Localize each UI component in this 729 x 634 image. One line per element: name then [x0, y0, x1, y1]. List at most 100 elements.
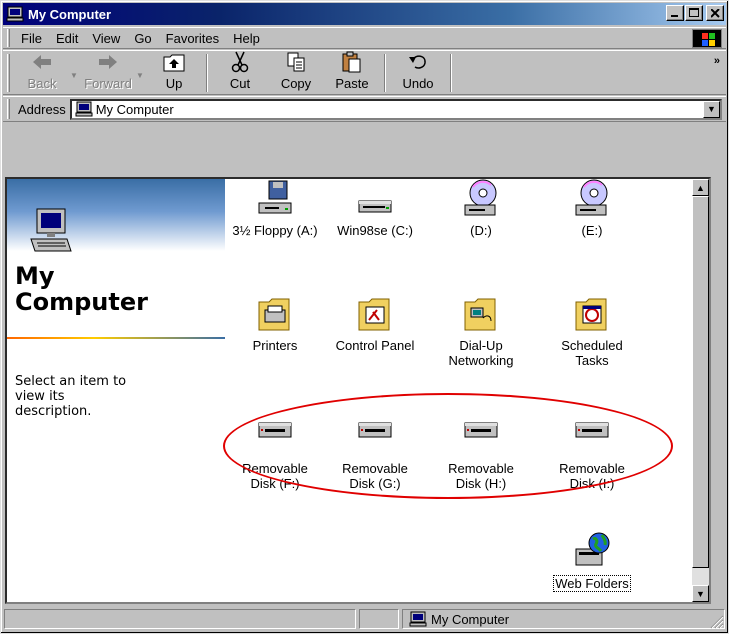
status-location: My Computer: [431, 611, 510, 627]
floppy-drive-icon: [258, 180, 292, 214]
toolbar-separator: [384, 53, 386, 92]
minimize-icon: [671, 15, 678, 17]
info-title-line1: My: [15, 262, 55, 290]
address-field[interactable]: My Computer ▼: [69, 98, 722, 120]
item-removable-disk-h[interactable]: Removable Disk (H:): [431, 417, 531, 491]
scroll-thumb[interactable]: [692, 196, 709, 568]
info-pane-title: My Computer: [15, 263, 148, 315]
info-desc-line3: description.: [15, 404, 92, 419]
undo-button[interactable]: Undo: [390, 51, 446, 94]
status-pane-zone: My Computer: [402, 609, 725, 629]
control-panel-folder-icon: [358, 298, 390, 331]
scroll-up-button[interactable]: ▲: [692, 179, 709, 196]
item-drive-c[interactable]: Win98se (C:): [325, 179, 425, 238]
item-label-line2: Disk (I:): [569, 476, 615, 491]
minimize-button[interactable]: [666, 5, 684, 21]
forward-arrow-icon: [99, 55, 117, 69]
removable-disk-icon: [358, 422, 392, 438]
item-removable-disk-i[interactable]: Removable Disk (I:): [542, 417, 642, 491]
item-label-line1: Win98se (C:): [337, 223, 413, 238]
resize-grip-icon[interactable]: [710, 615, 724, 629]
item-drive-d[interactable]: (D:): [431, 179, 531, 238]
item-label-line1: Removable: [242, 461, 308, 476]
undo-icon: [409, 55, 426, 69]
menu-help[interactable]: Help: [226, 31, 267, 46]
back-dropdown-icon[interactable]: ▼: [70, 71, 80, 80]
copy-label: Copy: [280, 76, 312, 91]
title-bar[interactable]: My Computer: [3, 3, 726, 25]
chevron-up-icon: ▲: [696, 182, 705, 193]
content-area: My Computer Select an item to view its d…: [5, 177, 711, 604]
web-folders-icon: [575, 532, 610, 566]
menu-bar: File Edit View Go Favorites Help: [3, 27, 726, 49]
item-scheduled-tasks[interactable]: Scheduled Tasks: [542, 294, 642, 368]
chevron-down-icon: ▼: [707, 104, 716, 114]
cut-label: Cut: [229, 76, 251, 91]
scheduled-tasks-folder-icon: [575, 298, 607, 331]
toolbar-more-chevron[interactable]: »: [714, 55, 720, 67]
vertical-scrollbar[interactable]: ▲ ▼: [692, 179, 709, 602]
close-icon: [711, 9, 720, 18]
chevron-down-icon: ▼: [696, 588, 705, 599]
hard-drive-icon: [358, 200, 392, 213]
menu-edit[interactable]: Edit: [49, 31, 85, 46]
forward-label: Forward: [84, 76, 132, 91]
item-label-line1: Web Folders: [553, 575, 631, 592]
back-label: Back: [27, 76, 57, 91]
item-label-line1: Printers: [252, 338, 298, 353]
item-label-line1: 3½ Floppy (A:): [232, 223, 318, 238]
item-label-line2: Networking: [448, 353, 514, 368]
item-dialup-networking[interactable]: Dial-Up Networking: [431, 294, 531, 368]
back-button[interactable]: Back: [14, 51, 70, 94]
forward-button[interactable]: Forward: [80, 51, 136, 94]
copy-button[interactable]: Copy: [268, 51, 324, 94]
maximize-button[interactable]: [685, 5, 703, 21]
menu-file[interactable]: File: [14, 31, 49, 46]
up-button[interactable]: Up: [146, 51, 202, 94]
cut-button[interactable]: Cut: [212, 51, 268, 94]
item-removable-disk-f[interactable]: Removable Disk (F:): [225, 417, 325, 491]
scroll-down-button[interactable]: ▼: [692, 585, 709, 602]
item-control-panel[interactable]: Control Panel: [325, 294, 425, 353]
removable-disk-icon: [258, 422, 292, 438]
close-button[interactable]: [706, 5, 724, 21]
windows-logo-icon: [692, 29, 722, 48]
cd-drive-icon: [575, 179, 608, 216]
item-web-folders[interactable]: Web Folders: [542, 531, 642, 592]
item-printers[interactable]: Printers: [225, 294, 325, 353]
scissors-icon: [231, 51, 249, 73]
address-grip[interactable]: [7, 99, 10, 119]
printers-folder-icon: [258, 298, 290, 331]
address-label: Address: [18, 101, 66, 117]
address-dropdown-button[interactable]: ▼: [703, 100, 720, 118]
my-computer-icon: [6, 6, 24, 22]
info-pane-description: Select an item to view its description.: [15, 374, 195, 419]
status-bar: My Computer: [3, 607, 726, 631]
window-title: My Computer: [28, 6, 112, 22]
menu-grip[interactable]: [7, 29, 10, 47]
toolbar-separator: [450, 53, 452, 92]
item-label-line1: (D:): [470, 223, 492, 238]
status-pane-main: [4, 609, 356, 629]
undo-label: Undo: [402, 76, 434, 91]
my-computer-window: My Computer File Edit View Go Favorites …: [0, 0, 729, 634]
menu-favorites[interactable]: Favorites: [159, 31, 226, 46]
item-label-line1: Removable: [448, 461, 514, 476]
menu-view[interactable]: View: [85, 31, 127, 46]
computer-icon: [30, 208, 72, 252]
item-floppy-a[interactable]: 3½ Floppy (A:): [225, 179, 325, 238]
item-drive-e[interactable]: (E:): [542, 179, 642, 238]
item-removable-disk-g[interactable]: Removable Disk (G:): [325, 417, 425, 491]
status-pane-small: [359, 609, 399, 629]
toolbar-grip[interactable]: [7, 53, 10, 92]
info-pane-divider: [7, 337, 225, 339]
cd-drive-icon: [464, 179, 497, 216]
address-bar: Address My Computer ▼: [3, 96, 726, 122]
item-label-line1: Scheduled: [561, 338, 623, 353]
up-folder-icon: [163, 54, 185, 72]
item-label-line1: Control Panel: [335, 338, 415, 353]
back-arrow-icon: [33, 55, 51, 69]
menu-go[interactable]: Go: [127, 31, 158, 46]
paste-button[interactable]: Paste: [324, 51, 380, 94]
forward-dropdown-icon[interactable]: ▼: [136, 71, 146, 80]
